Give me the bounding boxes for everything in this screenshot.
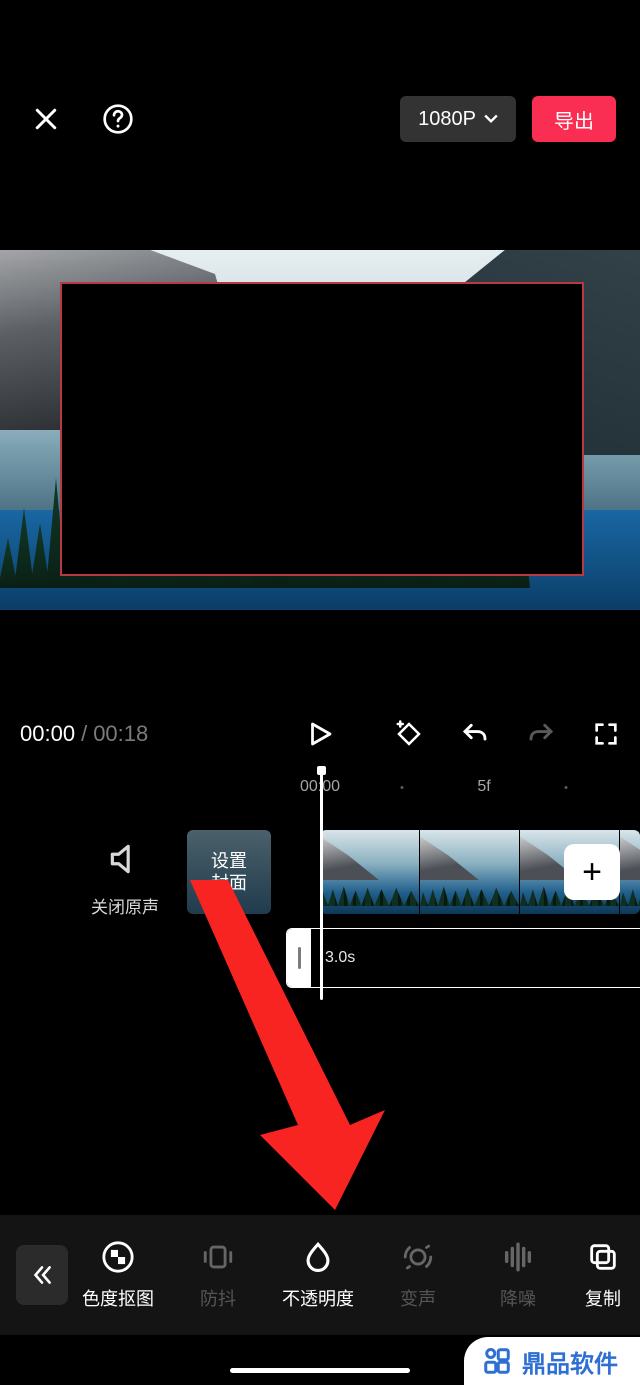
redo-button[interactable] bbox=[526, 719, 556, 749]
ruler-dot bbox=[565, 786, 568, 789]
help-button[interactable] bbox=[96, 97, 140, 141]
chevrons-left-icon bbox=[29, 1262, 55, 1288]
tool-label: 降噪 bbox=[500, 1285, 536, 1311]
chroma-key-icon bbox=[101, 1240, 135, 1274]
playback-controls-right bbox=[394, 719, 620, 749]
clip-duration: 3.0s bbox=[325, 949, 355, 967]
play-button[interactable] bbox=[298, 712, 342, 756]
help-icon bbox=[102, 103, 134, 135]
noise-reduction-icon bbox=[501, 1240, 535, 1274]
ruler-dot bbox=[401, 786, 404, 789]
keyframe-button[interactable] bbox=[394, 719, 424, 749]
total-time: 00:18 bbox=[93, 721, 148, 747]
ruler-tick: 5f bbox=[477, 778, 490, 796]
cover-label: 设置 封面 bbox=[211, 850, 247, 895]
clip-thumbnail bbox=[420, 830, 520, 914]
tool-stabilize[interactable]: 防抖 bbox=[168, 1239, 268, 1311]
speaker-icon bbox=[106, 840, 144, 878]
export-button[interactable]: 导出 bbox=[532, 96, 616, 142]
tool-voice-change[interactable]: 变声 bbox=[368, 1239, 468, 1311]
redo-icon bbox=[526, 719, 556, 749]
time-separator: / bbox=[81, 721, 87, 747]
set-cover-button[interactable]: 设置 封面 bbox=[187, 830, 271, 914]
undo-button[interactable] bbox=[460, 719, 490, 749]
add-clip-button[interactable]: + bbox=[564, 844, 620, 900]
opacity-icon bbox=[301, 1240, 335, 1274]
header-left bbox=[24, 97, 140, 141]
overlay-clip-frame[interactable] bbox=[60, 282, 584, 576]
top-header: 1080P 导出 bbox=[0, 95, 640, 143]
resolution-label: 1080P bbox=[418, 108, 476, 131]
tool-label: 变声 bbox=[400, 1285, 436, 1311]
overlay-clip[interactable]: 3.0s bbox=[286, 928, 640, 988]
keyframe-icon bbox=[394, 719, 424, 749]
fullscreen-button[interactable] bbox=[592, 720, 620, 748]
undo-icon bbox=[460, 719, 490, 749]
play-icon bbox=[305, 717, 335, 751]
tool-label: 不透明度 bbox=[282, 1285, 354, 1311]
voice-change-icon bbox=[401, 1240, 435, 1274]
resolution-button[interactable]: 1080P bbox=[400, 96, 516, 142]
current-time: 00:00 bbox=[20, 721, 75, 747]
collapse-toolbar-button[interactable] bbox=[16, 1245, 68, 1305]
mute-audio-button[interactable]: 关闭原声 bbox=[80, 840, 170, 918]
export-label: 导出 bbox=[554, 105, 594, 134]
fullscreen-icon bbox=[592, 720, 620, 748]
watermark: 鼎品软件 bbox=[464, 1337, 640, 1385]
playback-bar: 00:00 / 00:18 bbox=[0, 712, 640, 756]
chevron-down-icon bbox=[484, 114, 498, 124]
tool-noise-reduction[interactable]: 降噪 bbox=[468, 1239, 568, 1311]
tool-strip: 色度抠图 防抖 不透明度 变声 降噪 复制 bbox=[68, 1239, 640, 1311]
bottom-toolbar: 色度抠图 防抖 不透明度 变声 降噪 复制 bbox=[0, 1215, 640, 1335]
time-display: 00:00 / 00:18 bbox=[20, 721, 148, 747]
copy-icon bbox=[586, 1240, 620, 1274]
clip-thumbnail bbox=[320, 830, 420, 914]
playhead[interactable] bbox=[320, 770, 323, 1000]
header-right: 1080P 导出 bbox=[400, 96, 616, 142]
home-indicator bbox=[230, 1368, 410, 1373]
tool-chroma-key[interactable]: 色度抠图 bbox=[68, 1239, 168, 1311]
close-button[interactable] bbox=[24, 97, 68, 141]
clip-thumbnail bbox=[620, 830, 640, 914]
watermark-text: 鼎品软件 bbox=[522, 1344, 618, 1379]
tool-label: 复制 bbox=[585, 1285, 621, 1311]
watermark-logo-icon bbox=[482, 1346, 512, 1376]
tool-label: 色度抠图 bbox=[82, 1285, 154, 1311]
stabilize-icon bbox=[201, 1240, 235, 1274]
tool-opacity[interactable]: 不透明度 bbox=[268, 1239, 368, 1311]
video-preview[interactable] bbox=[0, 250, 640, 610]
plus-icon: + bbox=[582, 853, 602, 892]
mute-label: 关闭原声 bbox=[80, 893, 170, 918]
clip-trim-handle[interactable] bbox=[287, 929, 311, 987]
close-icon bbox=[31, 104, 61, 134]
timeline[interactable]: 关闭原声 设置 封面 + 3.0s bbox=[0, 810, 640, 1010]
tool-label: 防抖 bbox=[200, 1285, 236, 1311]
tool-copy[interactable]: 复制 bbox=[568, 1239, 638, 1311]
